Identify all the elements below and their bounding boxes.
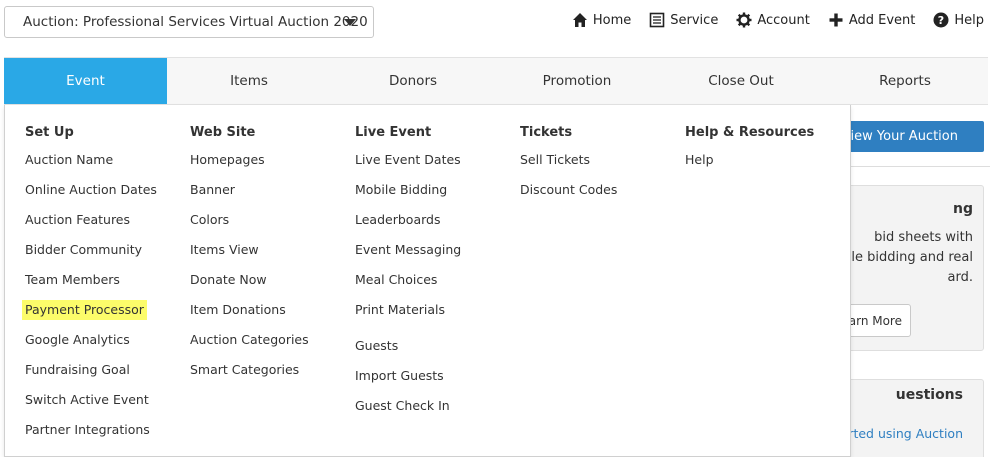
- menu-column-website: Web Site Homepages Banner Colors Items V…: [190, 123, 309, 377]
- nav-add-event[interactable]: Add Event: [828, 12, 916, 28]
- menu-heading-live-event: Live Event: [355, 125, 432, 140]
- top-bar: Auction: Professional Services Virtual A…: [0, 0, 992, 56]
- menu-item-homepages[interactable]: Homepages: [190, 150, 265, 170]
- tab-donors[interactable]: Donors: [331, 58, 495, 104]
- caret-down-icon: [344, 19, 356, 26]
- menu-item-switch-active-event[interactable]: Switch Active Event: [25, 390, 149, 410]
- menu-column-tickets: Tickets Sell Tickets Discount Codes: [520, 123, 617, 197]
- menu-item-item-donations[interactable]: Item Donations: [190, 300, 286, 320]
- menu-column-help: Help & Resources Help: [685, 123, 815, 167]
- questions-card: uestions tarted using Auction: [832, 379, 984, 457]
- menu-item-auction-categories[interactable]: Auction Categories: [190, 330, 309, 350]
- menu-item-help[interactable]: Help: [685, 150, 714, 170]
- nav-home[interactable]: Home: [572, 12, 631, 28]
- menu-item-donate-now[interactable]: Donate Now: [190, 270, 267, 290]
- promo-body: bid sheets with le bidding and real ard.: [833, 228, 973, 288]
- nav-account[interactable]: Account: [736, 12, 810, 28]
- tab-reports[interactable]: Reports: [823, 58, 987, 104]
- menu-column-live-event: Live Event Live Event Dates Mobile Biddi…: [355, 123, 461, 413]
- menu-item-smart-categories[interactable]: Smart Categories: [190, 360, 299, 380]
- nav-service-label: Service: [670, 12, 719, 28]
- menu-item-event-messaging[interactable]: Event Messaging: [355, 240, 461, 260]
- menu-item-mobile-bidding[interactable]: Mobile Bidding: [355, 180, 447, 200]
- nav-help-label: Help: [954, 12, 984, 28]
- menu-item-banner[interactable]: Banner: [190, 180, 235, 200]
- nav-account-label: Account: [757, 12, 810, 28]
- menu-column-setup: Set Up Auction Name Online Auction Dates…: [22, 123, 157, 437]
- menu-item-google-analytics[interactable]: Google Analytics: [25, 330, 130, 350]
- nav-service[interactable]: Service: [649, 12, 718, 28]
- menu-item-guest-check-in[interactable]: Guest Check In: [355, 396, 450, 416]
- menu-item-discount-codes[interactable]: Discount Codes: [520, 180, 617, 200]
- top-nav: Home Service Account Add Event ? Help: [572, 12, 984, 28]
- menu-heading-tickets: Tickets: [520, 125, 573, 140]
- menu-item-auction-features[interactable]: Auction Features: [25, 210, 130, 230]
- menu-item-colors[interactable]: Colors: [190, 210, 229, 230]
- auction-select-value: Auction: Professional Services Virtual A…: [23, 14, 368, 30]
- menu-item-payment-processor[interactable]: Payment Processor: [22, 300, 147, 320]
- promo-line: bid sheets with: [874, 230, 973, 245]
- svg-text:?: ?: [938, 14, 944, 27]
- nav-help[interactable]: ? Help: [933, 12, 984, 28]
- menu-item-bidder-community[interactable]: Bidder Community: [25, 240, 142, 260]
- promo-line: le bidding and real: [851, 250, 973, 265]
- getting-started-link[interactable]: tarted using Auction: [833, 426, 963, 441]
- menu-item-fundraising-goal[interactable]: Fundraising Goal: [25, 360, 130, 380]
- home-icon: [572, 12, 588, 28]
- menu-item-items-view[interactable]: Items View: [190, 240, 259, 260]
- menu-heading-setup: Set Up: [25, 125, 74, 140]
- event-dropdown-menu: Set Up Auction Name Online Auction Dates…: [4, 105, 851, 457]
- tab-close-out[interactable]: Close Out: [659, 58, 823, 104]
- view-auction-button[interactable]: View Your Auction: [832, 121, 984, 152]
- plus-icon: [828, 12, 844, 28]
- nav-home-label: Home: [592, 12, 632, 28]
- tab-promotion[interactable]: Promotion: [495, 58, 659, 104]
- promo-line: ard.: [947, 270, 973, 285]
- questions-title: uestions: [895, 387, 963, 403]
- document-icon: [649, 12, 665, 28]
- menu-heading-help-resources: Help & Resources: [685, 125, 815, 140]
- menu-item-team-members[interactable]: Team Members: [25, 270, 120, 290]
- menu-item-partner-integrations[interactable]: Partner Integrations: [25, 420, 150, 440]
- tab-event[interactable]: Event: [4, 58, 167, 104]
- promo-title: ng: [953, 201, 973, 217]
- menu-item-meal-choices[interactable]: Meal Choices: [355, 270, 437, 290]
- menu-item-import-guests[interactable]: Import Guests: [355, 366, 444, 386]
- menu-heading-website: Web Site: [190, 125, 256, 140]
- promo-card: ng bid sheets with le bidding and real a…: [832, 185, 984, 351]
- tab-items[interactable]: Items: [167, 58, 331, 104]
- nav-add-event-label: Add Event: [848, 12, 916, 28]
- menu-item-live-event-dates[interactable]: Live Event Dates: [355, 150, 461, 170]
- menu-item-print-materials[interactable]: Print Materials: [355, 300, 445, 320]
- auction-select[interactable]: Auction: Professional Services Virtual A…: [4, 6, 374, 38]
- question-icon: ?: [933, 12, 949, 28]
- menu-item-sell-tickets[interactable]: Sell Tickets: [520, 150, 590, 170]
- menu-item-leaderboards[interactable]: Leaderboards: [355, 210, 440, 230]
- divider: [840, 166, 990, 167]
- menu-item-guests[interactable]: Guests: [355, 336, 398, 356]
- main-nav: Event Items Donors Promotion Close Out R…: [4, 57, 988, 105]
- gear-icon: [736, 12, 752, 28]
- menu-item-auction-name[interactable]: Auction Name: [25, 150, 113, 170]
- menu-item-online-auction-dates[interactable]: Online Auction Dates: [25, 180, 157, 200]
